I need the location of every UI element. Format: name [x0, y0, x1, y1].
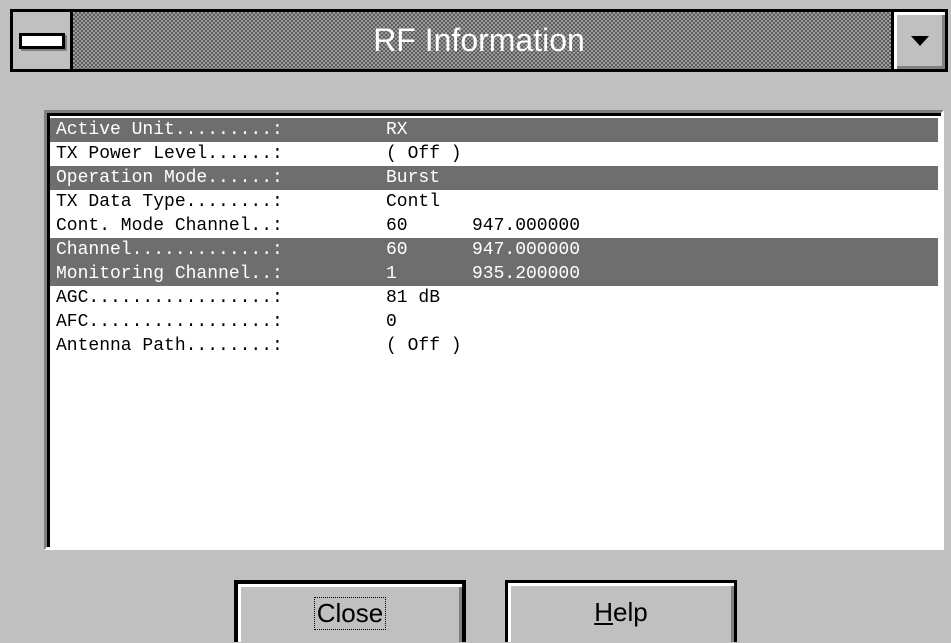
system-menu-icon: [18, 32, 65, 49]
list-item[interactable]: AFC.................: 0: [50, 310, 938, 334]
row-frequency: 935.200000: [472, 264, 581, 284]
row-label: Channel.............:: [56, 240, 283, 260]
row-label: Operation Mode......:: [56, 168, 283, 188]
row-value: ( Off ): [386, 144, 462, 164]
row-frequency: 947.000000: [472, 240, 581, 260]
list-item[interactable]: AGC.................: 81 dB: [50, 286, 938, 310]
list-item[interactable]: Active Unit.........: RX: [50, 118, 938, 142]
row-frequency: 947.000000: [472, 216, 581, 236]
row-label: TX Data Type........:: [56, 192, 283, 212]
row-label: Cont. Mode Channel..:: [56, 216, 283, 236]
dropdown-arrow-icon: [910, 35, 929, 46]
rf-information-dialog: RF Information Active Unit.........: RX TX…: [0, 0, 951, 643]
list-item[interactable]: TX Data Type........: Contl: [50, 190, 938, 214]
row-value: Burst: [386, 168, 441, 188]
list-item[interactable]: Monitoring Channel..: 1 935.200000: [50, 262, 938, 286]
list-item[interactable]: Channel.............: 60 947.000000: [50, 238, 938, 262]
help-button[interactable]: Help: [505, 580, 737, 642]
row-label: TX Power Level......:: [56, 144, 283, 164]
list-item[interactable]: Cont. Mode Channel..: 60 947.000000: [50, 214, 938, 238]
rf-info-list[interactable]: Active Unit.........: RX TX Power Level...…: [44, 110, 944, 550]
row-value: 0: [386, 312, 397, 332]
row-value: 81 dB: [386, 288, 441, 308]
row-value: 1: [386, 264, 397, 284]
row-value: Contl: [386, 192, 441, 212]
system-menu-button[interactable]: [13, 12, 73, 69]
window-title: RF Information: [373, 22, 585, 58]
row-value: 60: [386, 216, 408, 236]
help-button-label: Help: [594, 597, 648, 627]
minimize-button[interactable]: [891, 12, 945, 69]
row-label: AFC.................:: [56, 312, 283, 332]
title-bar[interactable]: RF Information: [10, 9, 948, 72]
row-value: RX: [386, 120, 408, 140]
row-value: ( Off ): [386, 336, 462, 356]
row-label: Monitoring Channel..:: [56, 264, 283, 284]
close-button-label: Close: [313, 596, 387, 630]
row-label: Antenna Path........:: [56, 336, 283, 356]
list-item[interactable]: TX Power Level......: ( Off ): [50, 142, 938, 166]
list-item[interactable]: Antenna Path........: ( Off ): [50, 334, 938, 358]
list-item[interactable]: Operation Mode......: Burst: [50, 166, 938, 190]
row-value: 60: [386, 240, 408, 260]
row-label: AGC.................:: [56, 288, 283, 308]
row-label: Active Unit.........:: [56, 120, 283, 140]
close-button[interactable]: Close: [234, 580, 466, 642]
